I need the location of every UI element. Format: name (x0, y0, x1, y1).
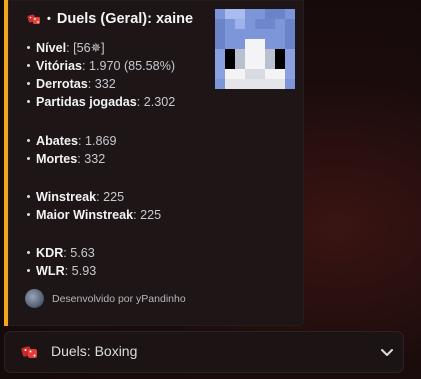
stat-wins: Vitórias: 1.970 (85.58%) (27, 57, 175, 75)
red-dice-icon (27, 14, 40, 24)
stat-label: KDR (36, 246, 64, 260)
minecraft-skin-head-icon (215, 9, 295, 89)
stat-losses: Derrotas: 332 (27, 75, 116, 93)
stat-label: Maior Winstreak (36, 208, 134, 222)
stat-label: Derrotas (36, 77, 88, 91)
bullet (27, 251, 30, 255)
developer-avatar (25, 289, 44, 308)
stat-label: Vitórias (36, 59, 82, 73)
stat-winstreak: Winstreak: 225 (27, 188, 124, 206)
stat-value: : [56✵] (66, 41, 105, 55)
bullet (27, 213, 30, 217)
bullet (27, 269, 30, 273)
stat-value: : 225 (133, 208, 162, 222)
stat-label: Abates (36, 134, 78, 148)
bullet (27, 100, 30, 104)
stat-label: Partidas jogadas (36, 95, 137, 109)
stat-label: Winstreak (36, 190, 97, 204)
stat-label: WLR (36, 264, 65, 278)
stat-value: : 2.302 (136, 95, 176, 109)
stat-wlr: WLR: 5.93 (27, 262, 96, 280)
stat-value: : 225 (96, 190, 125, 204)
stat-value: : 332 (77, 152, 106, 166)
embed-card: • Duels (Geral): xaine Nível: [56✵] Vitó… (4, 0, 304, 326)
bullet (27, 157, 30, 161)
select-menu[interactable]: Duels: Boxing (4, 331, 404, 373)
stat-value: : 1.970 (85.58%) (81, 59, 176, 73)
stat-best-winstreak: Maior Winstreak: 225 (27, 206, 161, 224)
embed-title: • Duels (Geral): xaine (27, 10, 193, 28)
embed-title-text: Duels (Geral): xaine (56, 11, 194, 27)
bullet (27, 82, 30, 86)
red-dice-icon (21, 346, 37, 358)
stat-label: Mortes (36, 152, 78, 166)
stat-kdr: KDR: 5.63 (27, 244, 95, 262)
bullet (27, 46, 30, 50)
stat-deaths: Mortes: 332 (27, 150, 105, 168)
bullet (27, 195, 30, 199)
stat-matches: Partidas jogadas: 2.302 (27, 93, 175, 111)
stat-value: : 332 (87, 77, 116, 91)
footer-text: Desenvolvido por yPandinho (52, 292, 186, 305)
chevron-down-icon[interactable] (379, 344, 395, 360)
stat-value: : 5.93 (64, 264, 97, 278)
stat-value: : 1.869 (78, 134, 117, 148)
embed-footer: Desenvolvido por yPandinho (25, 289, 186, 308)
select-label: Duels: Boxing (51, 343, 138, 359)
stat-label: Nível (36, 41, 67, 55)
bullet (27, 139, 30, 143)
title-separator: • (47, 13, 51, 25)
stat-kills: Abates: 1.869 (27, 132, 117, 150)
stat-value: : 5.63 (63, 246, 95, 260)
stat-level: Nível: [56✵] (27, 39, 105, 57)
bullet (27, 64, 30, 68)
